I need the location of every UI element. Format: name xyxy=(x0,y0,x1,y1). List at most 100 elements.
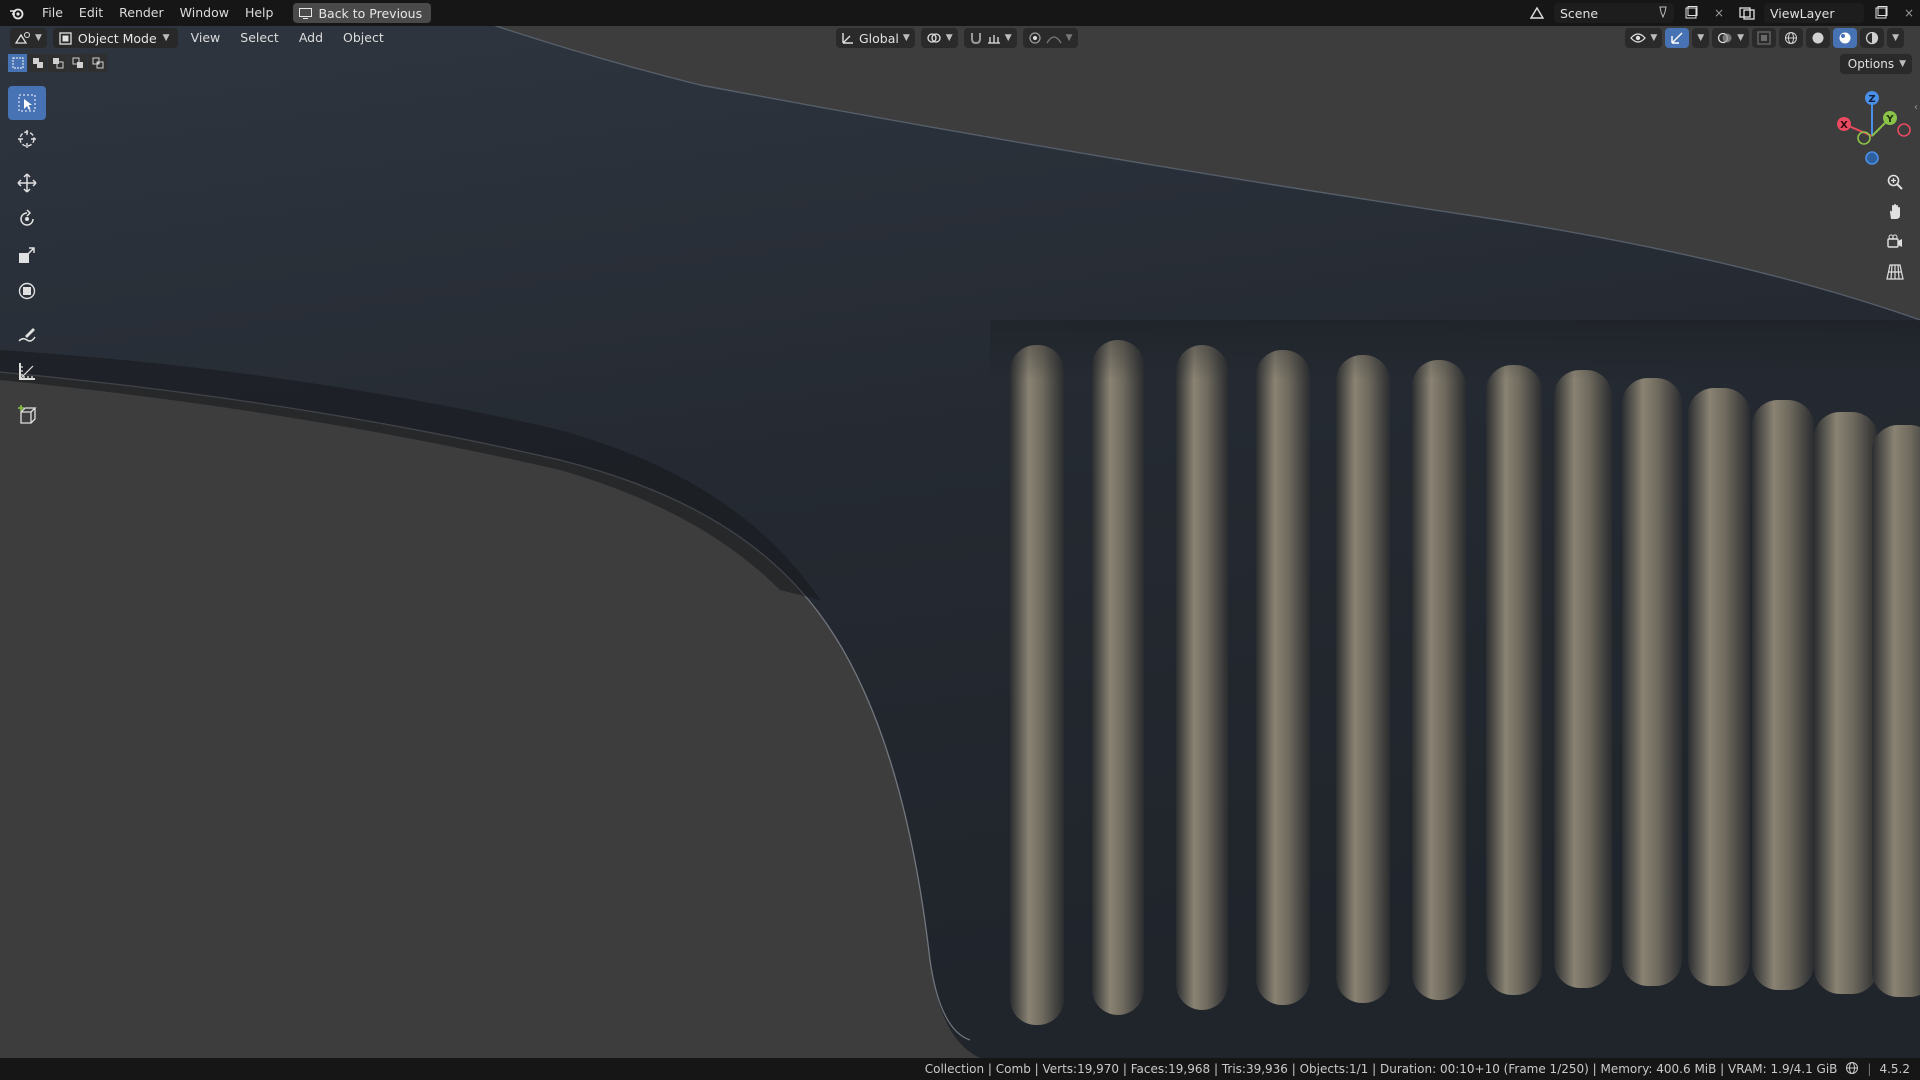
screen-icon xyxy=(299,7,313,19)
gizmo-neg-y[interactable] xyxy=(1857,131,1871,145)
material-sphere-icon xyxy=(1839,32,1851,44)
object-mode-label: Object Mode xyxy=(77,30,157,46)
falloff-curve-icon xyxy=(1046,36,1062,44)
orientation-axes-icon xyxy=(842,33,853,44)
viewport-header: ▼ Object Mode ▼ View Select Add Object G… xyxy=(0,26,1920,50)
transform-icon xyxy=(18,282,36,300)
wireframe-sphere-icon xyxy=(1785,32,1798,44)
object-mode-dropdown[interactable]: Object Mode ▼ xyxy=(52,28,178,48)
shading-dropdown[interactable]: ▼ xyxy=(1887,28,1904,48)
gizmo-dropdown[interactable]: ▼ xyxy=(1692,28,1710,48)
options-dropdown[interactable]: Options ▼ xyxy=(1839,54,1912,74)
viewlayer-name: ViewLayer xyxy=(1770,5,1835,21)
shading-material-button[interactable] xyxy=(1833,28,1858,48)
new-viewlayer-icon[interactable] xyxy=(1870,3,1892,23)
back-to-previous-button[interactable]: Back to Previous xyxy=(293,3,432,23)
top-menubar: File Edit Render Window Help Back to Pre… xyxy=(0,0,1920,26)
menu-render[interactable]: Render xyxy=(111,0,172,26)
chevron-down-icon: ▼ xyxy=(1650,33,1658,43)
menu-select[interactable]: Select xyxy=(233,26,286,50)
pin-icon[interactable] xyxy=(1658,6,1668,21)
visibility-dropdown[interactable]: ▼ xyxy=(1625,28,1663,48)
menu-file[interactable]: File xyxy=(34,0,71,26)
chevron-down-icon: ▼ xyxy=(902,33,910,43)
proportional-editing-icon xyxy=(1028,32,1041,44)
cursor-tool[interactable] xyxy=(8,122,46,156)
xray-icon xyxy=(1757,31,1771,45)
select-new-icon[interactable] xyxy=(8,54,27,72)
xray-toggle[interactable] xyxy=(1752,28,1777,48)
camera-view-icon[interactable] xyxy=(1882,230,1908,254)
chevron-down-icon: ▼ xyxy=(1065,33,1073,43)
scene-selector[interactable]: Scene xyxy=(1554,3,1674,23)
gizmo-x-label: X xyxy=(1840,120,1848,131)
transform-orientation-dropdown[interactable]: Global ▼ xyxy=(836,28,915,48)
select-extend-icon[interactable] xyxy=(28,54,47,72)
viewlayer-browse-icon[interactable] xyxy=(1736,3,1758,23)
collapse-sidebar-chevron-icon[interactable]: ‹ xyxy=(1914,102,1918,113)
3d-cursor-icon xyxy=(18,130,36,148)
select-subtract-icon[interactable] xyxy=(48,54,67,72)
gizmo-icon xyxy=(1671,32,1683,44)
gizmo-neg-z[interactable] xyxy=(1865,151,1879,165)
proportional-editing-toggle[interactable]: ▼ xyxy=(1022,28,1078,48)
navigation-gizmo[interactable]: Z X Y xyxy=(1824,84,1920,180)
viewport-nav-buttons xyxy=(1882,170,1908,284)
chevron-down-icon: ▼ xyxy=(1697,33,1705,43)
scale-tool[interactable] xyxy=(8,238,46,272)
gizmo-y-label: Y xyxy=(1885,114,1894,125)
cursor-select-icon xyxy=(18,94,36,112)
pivot-point-dropdown[interactable]: ▼ xyxy=(920,28,958,48)
blender-logo-icon[interactable] xyxy=(0,0,34,26)
new-scene-icon[interactable] xyxy=(1680,3,1702,23)
select-intersect-icon[interactable] xyxy=(88,54,107,72)
menu-view[interactable]: View xyxy=(184,26,228,50)
scene-browse-icon[interactable] xyxy=(1526,3,1548,23)
magnet-icon xyxy=(970,33,981,45)
back-to-previous-label: Back to Previous xyxy=(318,5,423,21)
chevron-down-icon: ▼ xyxy=(1737,33,1745,43)
chevron-down-icon: ▼ xyxy=(1892,33,1899,43)
menu-edit[interactable]: Edit xyxy=(71,0,111,26)
pivot-icon xyxy=(927,33,941,43)
add-cube-icon xyxy=(18,405,37,424)
chevron-down-icon: ▼ xyxy=(162,33,170,43)
scene-statistics: Collection | Comb | Verts:19,970 | Faces… xyxy=(924,1062,1838,1076)
gizmo-toggle[interactable] xyxy=(1665,28,1690,48)
menu-window[interactable]: Window xyxy=(172,0,237,26)
network-globe-icon[interactable] xyxy=(1845,1061,1859,1078)
select-invert-icon[interactable] xyxy=(68,54,87,72)
overlays-toggle[interactable]: ▼ xyxy=(1712,28,1750,48)
measure-tool[interactable] xyxy=(8,354,46,388)
editor-type-selector[interactable]: ▼ xyxy=(10,28,47,48)
select-box-tool[interactable] xyxy=(8,86,46,120)
rotate-tool[interactable] xyxy=(8,202,46,236)
ruler-icon xyxy=(19,363,35,380)
viewport-editor-icon xyxy=(15,32,30,44)
shading-wireframe-button[interactable] xyxy=(1779,28,1804,48)
perspective-grid-icon[interactable] xyxy=(1882,260,1908,284)
delete-scene-icon[interactable]: × xyxy=(1708,3,1730,23)
move-tool[interactable] xyxy=(8,166,46,200)
annotate-tool[interactable] xyxy=(8,318,46,352)
overlays-icon xyxy=(1718,32,1732,44)
shading-solid-button[interactable] xyxy=(1806,28,1831,48)
transform-tool[interactable] xyxy=(8,274,46,308)
zoom-icon[interactable] xyxy=(1882,170,1908,194)
transform-orientation-label: Global xyxy=(859,30,899,46)
viewlayer-selector[interactable]: ViewLayer xyxy=(1764,3,1864,23)
menu-help[interactable]: Help xyxy=(237,0,282,26)
shading-rendered-button[interactable] xyxy=(1860,28,1885,48)
pan-hand-icon[interactable] xyxy=(1882,200,1908,224)
viewport-3d[interactable] xyxy=(0,0,1920,1058)
solid-sphere-icon xyxy=(1812,32,1824,44)
eye-icon xyxy=(1630,33,1647,43)
add-cube-tool[interactable] xyxy=(8,398,46,432)
snap-toggle[interactable]: ▼ xyxy=(963,28,1017,48)
snap-increment-icon xyxy=(987,35,1000,44)
menu-add[interactable]: Add xyxy=(292,26,330,50)
gizmo-neg-x[interactable] xyxy=(1897,123,1911,137)
delete-viewlayer-icon[interactable]: × xyxy=(1898,3,1920,23)
menu-object[interactable]: Object xyxy=(336,26,391,50)
annotate-pencil-icon xyxy=(18,328,36,342)
